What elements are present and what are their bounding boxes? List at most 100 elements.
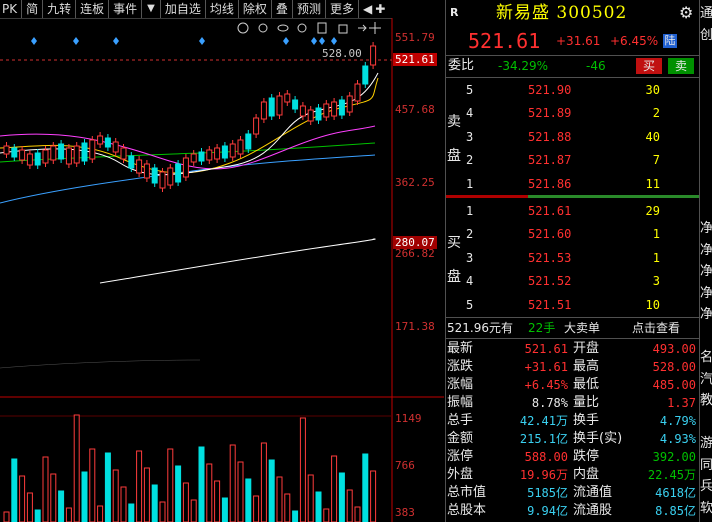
volume-bar	[260, 442, 267, 522]
candle-body	[346, 95, 353, 113]
weibi-label: 委比	[448, 58, 475, 73]
buy-order-price: 521.61	[528, 204, 572, 218]
sell-order-row[interactable]: 4 521.89 2	[446, 104, 700, 122]
buy-order-level: 2	[466, 227, 474, 242]
sell-button[interactable]: 卖	[668, 58, 694, 74]
volume-bar	[362, 453, 369, 522]
big-order-price: 521.96元有	[447, 321, 513, 335]
sell-order-row[interactable]: 3 521.88 40	[446, 128, 700, 146]
candle-body	[315, 107, 322, 121]
ma5-line	[0, 72, 379, 176]
volume-level-3: 383	[395, 506, 415, 519]
sell-order-volume: 7	[652, 153, 660, 168]
market-badge: 陆	[663, 34, 677, 48]
tb-event[interactable]: 事件	[109, 0, 143, 18]
buy-order-row[interactable]: 5 521.51 10	[446, 296, 700, 314]
volume-bar	[26, 492, 33, 522]
volume-bar	[11, 458, 18, 522]
edge-label: 兵	[700, 479, 712, 494]
volume-bar	[175, 465, 182, 522]
sell-order-row[interactable]: 2 521.87 7	[446, 151, 700, 169]
tb-simple[interactable]: 简	[22, 0, 44, 18]
stat-value: 42.41万	[519, 414, 568, 428]
candle-body	[253, 117, 260, 135]
big-order-row[interactable]: 521.96元有 22手 大卖单 点击查看	[446, 318, 700, 338]
plus-icon[interactable]: ✚	[375, 2, 385, 16]
stats-row: 振幅 8.78% 量比 1.37	[446, 394, 700, 412]
candle-body	[89, 139, 96, 160]
tb-nine[interactable]: 九转	[43, 0, 77, 18]
candle-body	[229, 143, 236, 158]
volume-bar	[276, 476, 283, 522]
stat-key: 内盘	[573, 467, 600, 482]
event-diamond-icon	[31, 37, 37, 45]
buy-order-row[interactable]: 4 521.52 3	[446, 272, 700, 290]
candle-body	[175, 163, 182, 183]
buy-order-row[interactable]: 1 521.61 29	[446, 202, 700, 220]
volume-bar	[19, 475, 26, 522]
tb-overlay[interactable]: 叠	[272, 0, 293, 18]
candle-body	[198, 151, 205, 162]
tb-exright[interactable]: 除权	[239, 0, 272, 18]
tb-add-fav[interactable]: 加自选	[161, 0, 206, 18]
stat-key: 总股本	[447, 503, 487, 518]
volume-bar	[120, 486, 127, 522]
edge-label: 游	[700, 436, 712, 451]
arrow-left-icon[interactable]: ◀	[363, 2, 372, 16]
volume-bar	[315, 491, 322, 522]
candle-body	[151, 167, 158, 184]
volume-bar	[245, 478, 252, 522]
edge-label: 创	[700, 27, 712, 43]
buy-order-row[interactable]: 2 521.60 1	[446, 225, 700, 243]
price-level-1: 551.79	[395, 31, 435, 44]
candle-body	[221, 145, 228, 159]
stat-key: 最新	[447, 341, 474, 356]
sell-order-row[interactable]: 1 521.86 11	[446, 175, 700, 193]
buy-order-row[interactable]: 3 521.53 1	[446, 249, 700, 267]
candle-body	[73, 145, 80, 164]
sell-orderbook: 卖 盘 5 521.90 30 4 521.89 23 521.88 40 2 52…	[446, 78, 700, 194]
edge-label: 净	[700, 307, 712, 322]
volume-bar	[65, 507, 72, 522]
stat-value: +31.61	[524, 360, 568, 374]
tb-predict[interactable]: 预测	[293, 0, 326, 18]
edge-label: 同	[700, 457, 712, 473]
buy-order-price: 521.51	[528, 297, 572, 312]
volume-bar	[81, 471, 88, 522]
big-order-hands: 22手	[528, 321, 556, 335]
stat-key: 换手(实)	[573, 431, 623, 446]
buy-button[interactable]: 买	[636, 58, 662, 74]
stat-key: 涨停	[447, 449, 474, 464]
sell-order-row[interactable]: 5 521.90 30	[446, 81, 700, 99]
volume-bar	[73, 414, 80, 522]
candle-body	[120, 147, 127, 160]
quote-panel: R 新易盛 300502 ⚙ 521.61 +31.61 +6.45% 陆 委比…	[445, 0, 700, 522]
buy-order-volume: 10	[645, 297, 660, 312]
volume-bar	[190, 499, 197, 522]
kline-chart[interactable]: 551.79 521.61 457.68 362.25 266.82 280.0…	[0, 18, 444, 522]
sell-order-level: 2	[466, 153, 474, 168]
candle-body	[323, 103, 330, 118]
stats-row: 最新 521.61 开盘 493.00	[446, 340, 700, 358]
stats-row: 外盘 19.96万 内盘 22.45万	[446, 466, 700, 484]
volume-bar	[354, 506, 361, 522]
volume-level-1: 1149	[395, 412, 422, 425]
candle-body	[159, 171, 166, 189]
chart-toolbar: PK 简 九转 连板 事件 ▼ 加自选 均线 除权 叠 预测 更多 ◀ ✚	[0, 0, 392, 19]
volume-bar	[58, 490, 65, 522]
dropdown-triangle-icon[interactable]: ▼	[142, 0, 161, 18]
tb-pk[interactable]: PK	[0, 0, 23, 18]
price-change: +31.61	[556, 34, 601, 48]
stat-key: 量比	[573, 395, 600, 410]
volume-bar	[34, 509, 41, 522]
settings-gear-icon[interactable]: ⚙	[679, 0, 693, 26]
weibi-diff: -46	[586, 59, 606, 73]
tb-lianban[interactable]: 连板	[76, 0, 110, 18]
big-order-link[interactable]: 点击查看	[632, 318, 680, 338]
stat-value: 8.85亿	[655, 504, 696, 518]
tb-more[interactable]: 更多	[326, 0, 359, 18]
volume-bar	[42, 456, 49, 522]
tb-ma[interactable]: 均线	[206, 0, 239, 18]
volume-bar	[198, 446, 205, 522]
ma250-line	[99, 238, 376, 284]
